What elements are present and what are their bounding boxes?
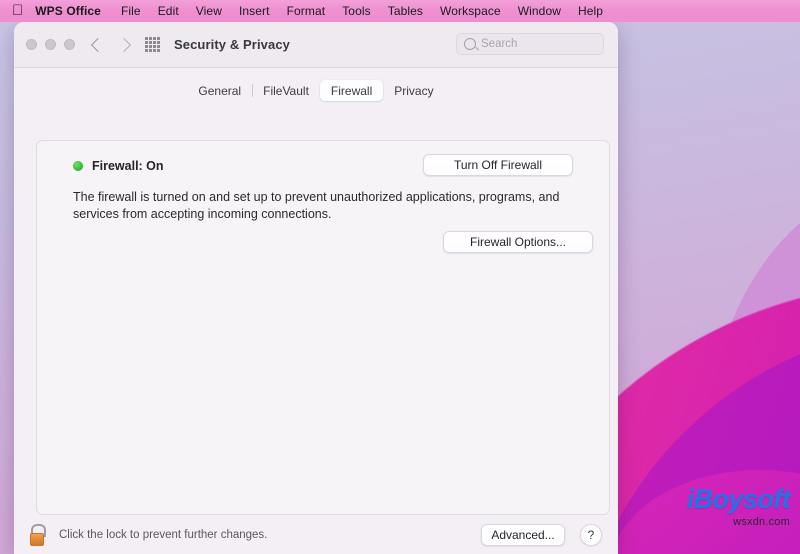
menu-item-app-name[interactable]: WPS Office — [35, 4, 101, 18]
menu-item-view[interactable]: View — [196, 4, 222, 18]
close-button[interactable] — [26, 39, 37, 50]
tab-general[interactable]: General — [187, 80, 252, 101]
firewall-description-text: The firewall is turned on and set up to … — [73, 190, 560, 221]
minimize-button[interactable] — [45, 39, 56, 50]
preference-tab-bar: General FileVault Firewall Privacy — [14, 68, 618, 110]
help-button[interactable]: ? — [580, 524, 602, 546]
tab-firewall[interactable]: Firewall — [319, 80, 384, 101]
firewall-status-row: Firewall: On — [73, 159, 164, 173]
window-toolbar: Security & Privacy — [14, 22, 618, 68]
firewall-status-label: Firewall: On — [92, 159, 164, 173]
menu-item-insert[interactable]: Insert — [239, 4, 270, 18]
traffic-lights — [26, 39, 75, 50]
unlocked-padlock-icon[interactable] — [30, 523, 48, 546]
firewall-pane: Firewall: On Turn Off Firewall The firew… — [36, 140, 610, 515]
menu-item-edit[interactable]: Edit — [158, 4, 179, 18]
status-indicator-dot — [73, 161, 83, 171]
menu-item-format[interactable]: Format — [287, 4, 326, 18]
menu-item-help[interactable]: Help — [578, 4, 603, 18]
menu-item-file[interactable]: File — [121, 4, 141, 18]
chevron-left-icon[interactable] — [90, 37, 106, 52]
tab-group: General FileVault Firewall Privacy — [187, 80, 444, 101]
search-icon — [464, 38, 476, 50]
page-title: Security & Privacy — [174, 37, 290, 52]
advanced-button[interactable]: Advanced... — [481, 524, 565, 546]
menu-bar:  WPS Office File Edit View Insert Forma… — [0, 0, 800, 22]
apple-logo-icon[interactable]:  — [12, 3, 23, 18]
navigation-arrows — [90, 37, 132, 52]
search-input[interactable] — [481, 38, 591, 50]
menu-item-tools[interactable]: Tools — [342, 4, 371, 18]
lock-message: Click the lock to prevent further change… — [59, 528, 268, 541]
window-bottom-bar: Click the lock to prevent further change… — [14, 515, 618, 554]
tab-privacy[interactable]: Privacy — [383, 80, 444, 101]
tab-filevault[interactable]: FileVault — [252, 80, 320, 101]
firewall-options-button[interactable]: Firewall Options... — [443, 231, 593, 253]
zoom-button[interactable] — [64, 39, 75, 50]
show-all-grid-icon[interactable] — [145, 37, 160, 52]
menu-item-tables[interactable]: Tables — [388, 4, 423, 18]
search-field[interactable] — [456, 33, 604, 55]
chevron-right-icon[interactable] — [116, 37, 132, 52]
security-privacy-window: Security & Privacy General FileVault Fir… — [14, 22, 618, 554]
turn-off-firewall-button[interactable]: Turn Off Firewall — [423, 154, 573, 176]
menu-item-workspace[interactable]: Workspace — [440, 4, 501, 18]
menu-item-window[interactable]: Window — [518, 4, 561, 18]
